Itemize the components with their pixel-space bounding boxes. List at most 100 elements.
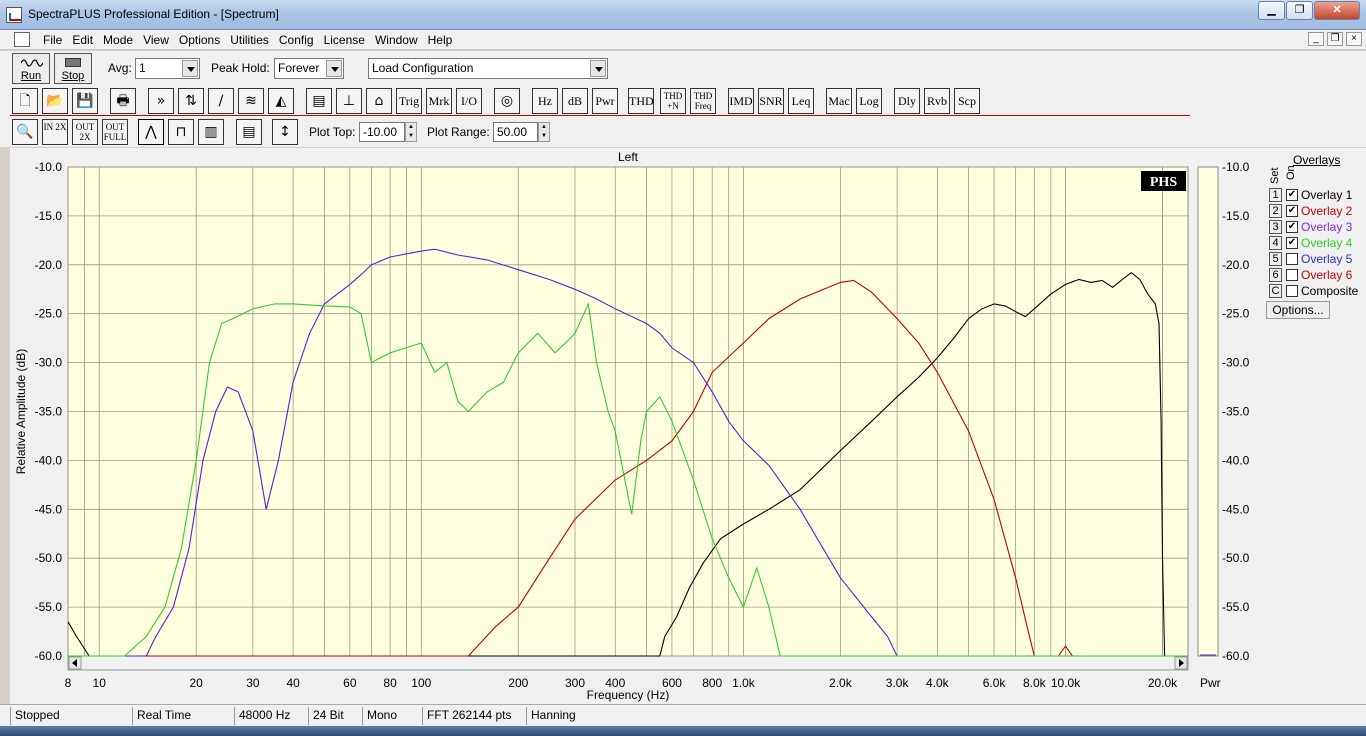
fast-forward-icon[interactable]: » — [148, 88, 174, 114]
tool-leq-button[interactable]: Leq — [788, 88, 814, 114]
overlay-set-button[interactable]: 5 — [1269, 252, 1282, 266]
tool-trig-button[interactable]: Trig — [396, 88, 422, 114]
x-tick-label: 30 — [246, 676, 260, 690]
scale-icon[interactable]: ⇅ — [178, 88, 204, 114]
overlay-checkbox[interactable]: ✔ — [1286, 189, 1298, 201]
spinner-arrows-icon[interactable]: ▲ ▼ — [538, 122, 550, 142]
peak-hold-select[interactable]: Forever — [274, 58, 344, 79]
avg-select[interactable]: 1 — [135, 58, 200, 79]
plot-range-input[interactable]: 50.00 ▲ ▼ — [493, 122, 550, 142]
overlay-name: Overlay 5 — [1301, 252, 1353, 266]
tool-thd-freq-button[interactable]: THD Freq — [690, 88, 716, 114]
generator-icon[interactable]: ◎ — [494, 88, 520, 114]
tool-pwr-button[interactable]: Pwr — [592, 88, 618, 114]
tool-scp-button[interactable]: Scp — [954, 88, 980, 114]
zoom-out-full-button[interactable]: OUT FULL — [102, 119, 128, 145]
overlay-set-button[interactable]: 3 — [1269, 220, 1282, 234]
zoom-out-2x-button[interactable]: OUT 2X — [72, 119, 98, 145]
zoom-icon[interactable]: 🔍 — [12, 119, 38, 145]
tool-hz-button[interactable]: Hz — [532, 88, 558, 114]
run-button[interactable]: Run — [12, 53, 50, 84]
overlay-set-button[interactable]: 4 — [1269, 236, 1282, 250]
tool-dly-button[interactable]: Dly — [894, 88, 920, 114]
spectrogram-icon[interactable]: ≋ — [238, 88, 264, 114]
overlay-checkbox[interactable] — [1286, 253, 1298, 265]
zoom-in-2x-button[interactable]: IN 2X — [42, 119, 68, 145]
y-tick-label-right: -10.0 — [1222, 160, 1250, 174]
tool-i-o-button[interactable]: I/O — [456, 88, 482, 114]
plot-top-input[interactable]: -10.00 ▲ ▼ — [359, 122, 417, 142]
overlay-checkbox[interactable]: ✔ — [1286, 205, 1298, 217]
save-icon[interactable]: 💾 — [72, 88, 98, 114]
stop-button[interactable]: Stop — [54, 53, 92, 84]
x-tick-label: 200 — [508, 676, 528, 690]
open-folder-icon[interactable]: 📂 — [42, 88, 68, 114]
overlay-set-button[interactable]: C — [1269, 284, 1282, 298]
tool-imd-button[interactable]: IMD — [728, 88, 754, 114]
plot-properties-icon[interactable]: ▤ — [236, 119, 262, 145]
horizontal-scrollbar[interactable] — [67, 655, 1189, 671]
overlay-checkbox[interactable]: ✔ — [1286, 237, 1298, 249]
3d-surface-icon[interactable]: ◭ — [268, 88, 294, 114]
menu-utilities[interactable]: Utilities — [225, 33, 274, 47]
tool-mrk-button[interactable]: Mrk — [426, 88, 452, 114]
menu-view[interactable]: View — [138, 33, 174, 47]
spinner-arrows-icon[interactable]: ▲ ▼ — [405, 122, 417, 142]
plot-range-label: Plot Range: — [427, 125, 490, 139]
overlay-options-button[interactable]: Options... — [1266, 301, 1330, 319]
spectrum-chart[interactable]: -10.0 -10.0 -15.0 -15.0 -20.0 -20.0 -25.0 -25.0… — [10, 148, 1266, 704]
chevron-down-icon[interactable] — [590, 60, 606, 77]
line-plot-icon[interactable]: ⋀ — [138, 119, 164, 145]
overlays-title: Overlays — [1293, 153, 1341, 167]
menu-window[interactable]: Window — [370, 33, 423, 47]
print-icon[interactable]: 🖶 — [110, 88, 136, 114]
close-button[interactable]: ✕ — [1314, 1, 1360, 20]
new-file-icon[interactable]: 🗋 — [12, 88, 38, 114]
configuration-select[interactable]: Load Configuration — [368, 58, 608, 79]
x-tick-label: 10.0k — [1051, 676, 1081, 690]
y-tick-label: -50.0 — [35, 551, 63, 565]
menu-help[interactable]: Help — [423, 33, 458, 47]
menu-options[interactable]: Options — [174, 33, 225, 47]
menu-config[interactable]: Config — [274, 33, 319, 47]
restore-button[interactable]: ❐ — [1286, 1, 1313, 20]
vertical-scale-icon[interactable]: ↕ — [272, 119, 298, 145]
overlay-checkbox[interactable] — [1286, 285, 1298, 297]
tool-thd-button[interactable]: THD — [628, 88, 654, 114]
overlay-checkbox[interactable]: ✔ — [1286, 221, 1298, 233]
overlay-set-button[interactable]: 1 — [1269, 188, 1282, 202]
menu-edit[interactable]: Edit — [67, 33, 98, 47]
slope-icon[interactable]: ∕ — [208, 88, 234, 114]
menu-mode[interactable]: Mode — [98, 33, 138, 47]
x-tick-label: 20 — [189, 676, 203, 690]
x-tick-label: 60 — [343, 676, 357, 690]
status-cell: Mono — [362, 707, 422, 725]
overlay-checkbox[interactable] — [1286, 269, 1298, 281]
bar-plot-icon[interactable]: ▥ — [198, 119, 224, 145]
step-plot-icon[interactable]: ⊓ — [168, 119, 194, 145]
overlay-set-button[interactable]: 2 — [1269, 204, 1282, 218]
zoom-toolbar: 🔍 IN 2X OUT 2X OUT FULL ⋀ ⊓ ▥ ▤ ↕ Plot T… — [0, 117, 1366, 147]
menu-file[interactable]: File — [38, 33, 67, 47]
avg-value: 1 — [139, 61, 146, 75]
view-settings-icon[interactable]: ▤ — [306, 88, 332, 114]
app-icon[interactable] — [6, 7, 22, 23]
axis-icon[interactable]: ⊥ — [336, 88, 362, 114]
menu-license[interactable]: License — [319, 33, 370, 47]
chevron-down-icon[interactable] — [182, 60, 198, 77]
tool-log-button[interactable]: Log — [856, 88, 882, 114]
mdi-minimize-button[interactable]: _ — [1308, 32, 1324, 46]
y-tick-label-right: -55.0 — [1222, 600, 1250, 614]
chevron-down-icon[interactable] — [326, 60, 342, 77]
minimize-button[interactable]: ▁ — [1258, 1, 1285, 20]
mdi-restore-button[interactable]: ❐ — [1327, 32, 1343, 46]
tool-thd-n-button[interactable]: THD +N — [660, 88, 686, 114]
weighting-icon[interactable]: ⌂ — [366, 88, 392, 114]
document-icon[interactable] — [14, 32, 30, 47]
tool-mac-button[interactable]: Mac — [826, 88, 852, 114]
tool-db-button[interactable]: dB — [562, 88, 588, 114]
overlay-set-button[interactable]: 6 — [1269, 268, 1282, 282]
tool-rvb-button[interactable]: Rvb — [924, 88, 950, 114]
tool-snr-button[interactable]: SNR — [758, 88, 784, 114]
mdi-close-button[interactable]: × — [1346, 32, 1362, 46]
